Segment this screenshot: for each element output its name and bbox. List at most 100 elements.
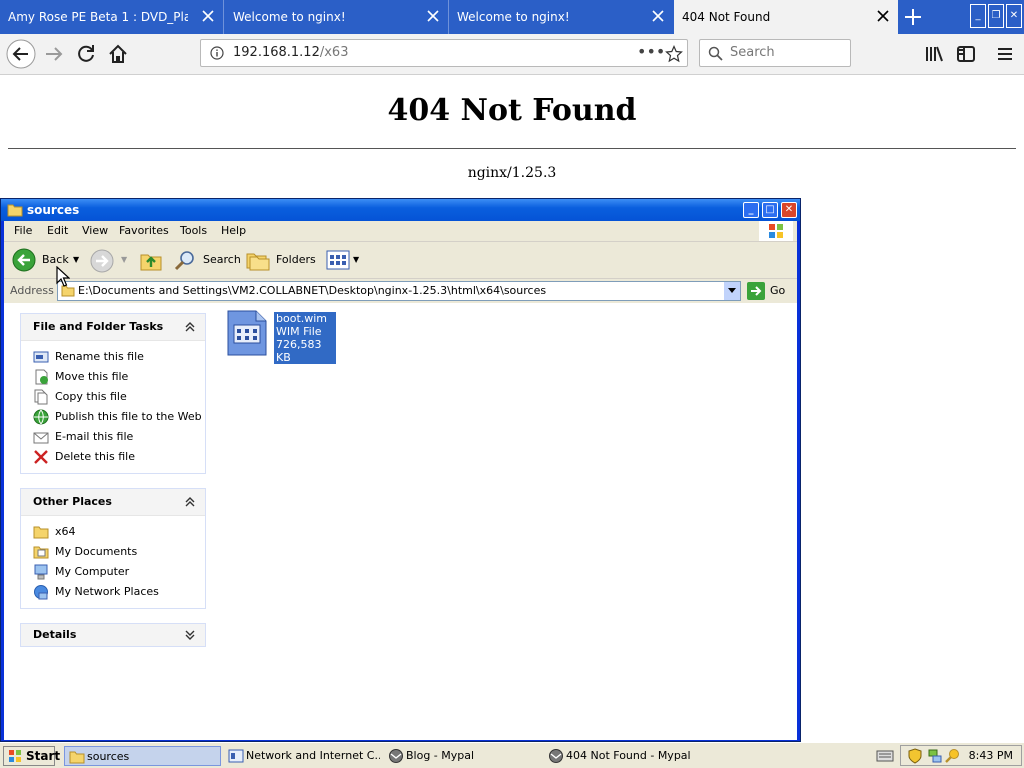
task-label: Rename this file xyxy=(55,350,144,363)
collapse-icon[interactable] xyxy=(183,495,197,509)
windows-flag-icon xyxy=(9,750,21,762)
hamburger-menu-icon[interactable] xyxy=(993,42,1017,66)
taskbar-item-network[interactable]: Network and Internet C... xyxy=(224,746,380,766)
copy-file-task[interactable]: Copy this file xyxy=(21,387,205,407)
publish-file-task[interactable]: Publish this file to the Web xyxy=(21,407,205,427)
taskbar: Start sources Network and Internet C... … xyxy=(0,742,1024,768)
network-icon[interactable] xyxy=(927,748,943,764)
back-arrow-icon[interactable] xyxy=(6,39,36,69)
place-my-documents[interactable]: My Documents xyxy=(21,542,205,562)
place-label: x64 xyxy=(55,525,76,538)
tab-title: Welcome to nginx! xyxy=(233,10,346,24)
tab-welcome-nginx-2[interactable]: Welcome to nginx! xyxy=(449,0,673,34)
close-icon[interactable] xyxy=(426,9,440,23)
url-bar[interactable]: 192.168.1.12/x63 ••• xyxy=(200,39,688,67)
menu-help[interactable]: Help xyxy=(221,221,246,241)
minimize-icon[interactable]: _ xyxy=(970,4,986,28)
sidebar-icon[interactable] xyxy=(954,42,978,66)
menu-view[interactable]: View xyxy=(82,221,108,241)
taskbar-item-404-mypal[interactable]: 404 Not Found - Mypal xyxy=(544,746,700,766)
collapse-icon[interactable] xyxy=(183,320,197,334)
file-tasks-title: File and Folder Tasks xyxy=(33,320,164,333)
address-label: Address xyxy=(10,284,54,297)
close-icon[interactable]: ✕ xyxy=(781,202,797,218)
forward-arrow-icon[interactable] xyxy=(90,249,114,273)
folders-icon xyxy=(246,253,270,271)
menu-tools[interactable]: Tools xyxy=(180,221,207,241)
taskbar-item-label: sources xyxy=(87,750,130,763)
file-tasks-header[interactable]: File and Folder Tasks xyxy=(21,314,205,341)
maximize-icon[interactable]: □ xyxy=(762,202,778,218)
address-path: E:\Documents and Settings\VM2.COLLABNET\… xyxy=(78,284,547,297)
taskbar-item-sources[interactable]: sources xyxy=(64,746,221,766)
place-label: My Network Places xyxy=(55,585,159,598)
delete-icon xyxy=(34,450,48,464)
task-label: Copy this file xyxy=(55,390,127,403)
close-icon[interactable] xyxy=(201,9,215,23)
search-icon[interactable] xyxy=(945,748,961,764)
reload-icon[interactable] xyxy=(74,42,98,66)
menu-edit[interactable]: Edit xyxy=(47,221,68,241)
new-tab-icon[interactable] xyxy=(900,4,926,30)
start-button[interactable]: Start xyxy=(3,746,60,766)
other-places-panel: Other Places x64 My Documents My Compute… xyxy=(20,488,206,609)
place-my-network-places[interactable]: My Network Places xyxy=(21,582,205,602)
details-header[interactable]: Details xyxy=(21,624,205,646)
info-icon[interactable] xyxy=(210,46,224,60)
bookmark-star-icon[interactable] xyxy=(665,45,683,63)
globe-icon xyxy=(33,409,49,425)
folders-button[interactable]: Folders xyxy=(246,248,318,272)
place-my-computer[interactable]: My Computer xyxy=(21,562,205,582)
rename-file-task[interactable]: Rename this file xyxy=(21,347,205,367)
delete-file-task[interactable]: Delete this file xyxy=(21,447,205,467)
library-icon[interactable] xyxy=(922,42,946,66)
security-shield-icon[interactable] xyxy=(907,748,923,764)
back-button[interactable]: Back ▼ xyxy=(10,248,82,272)
tab-welcome-nginx-1[interactable]: Welcome to nginx! xyxy=(225,0,449,34)
place-label: My Documents xyxy=(55,545,138,558)
other-places-header[interactable]: Other Places xyxy=(21,489,205,516)
rename-icon xyxy=(33,351,49,363)
file-item-boot-wim[interactable]: boot.wim WIM File 726,583 KB xyxy=(226,309,336,364)
close-window-icon[interactable]: ✕ xyxy=(1006,4,1022,28)
explorer-title-bar[interactable]: sources _ □ ✕ xyxy=(1,199,800,221)
forward-arrow-icon[interactable] xyxy=(42,42,66,66)
folders-label: Folders xyxy=(276,253,316,266)
chevron-down-icon[interactable]: ▼ xyxy=(73,248,79,272)
minimize-icon[interactable]: _ xyxy=(743,202,759,218)
folder-up-icon[interactable] xyxy=(139,249,163,273)
chevron-down-icon[interactable]: ▼ xyxy=(121,255,127,264)
search-box[interactable]: Search xyxy=(699,39,851,67)
search-placeholder: Search xyxy=(730,45,775,60)
tab-amy-rose[interactable]: Amy Rose PE Beta 1 : DVD_Player47 : xyxy=(0,0,224,34)
restore-icon[interactable]: ❐ xyxy=(988,4,1004,28)
address-field[interactable]: E:\Documents and Settings\VM2.COLLABNET\… xyxy=(57,281,741,301)
taskbar-item-blog-mypal[interactable]: Blog - Mypal xyxy=(384,746,540,766)
page-actions-icon[interactable]: ••• xyxy=(637,39,665,65)
search-label: Search xyxy=(203,253,241,266)
search-button[interactable]: Search xyxy=(174,248,241,272)
chevron-down-icon xyxy=(728,288,736,293)
divider xyxy=(8,148,1016,149)
close-icon[interactable] xyxy=(651,9,665,23)
search-icon xyxy=(174,251,194,271)
move-file-task[interactable]: Move this file xyxy=(21,367,205,387)
views-button[interactable]: ▼ xyxy=(326,248,360,272)
file-type: WIM File xyxy=(274,325,336,338)
menu-favorites[interactable]: Favorites xyxy=(119,221,169,241)
address-dropdown[interactable] xyxy=(724,282,740,300)
copy-icon xyxy=(34,389,48,405)
mypal-icon xyxy=(389,749,403,763)
menu-file[interactable]: File xyxy=(14,221,32,241)
keyboard-icon[interactable] xyxy=(876,748,894,764)
home-icon[interactable] xyxy=(106,42,130,66)
task-label: Delete this file xyxy=(55,450,135,463)
close-icon[interactable] xyxy=(876,9,890,23)
expand-icon[interactable] xyxy=(183,628,197,642)
other-places-title: Other Places xyxy=(33,495,112,508)
my-computer-icon xyxy=(34,564,48,580)
start-label: Start xyxy=(26,749,61,763)
place-x64[interactable]: x64 xyxy=(21,522,205,542)
email-file-task[interactable]: E-mail this file xyxy=(21,427,205,447)
tab-404-not-found[interactable]: 404 Not Found xyxy=(674,0,898,34)
